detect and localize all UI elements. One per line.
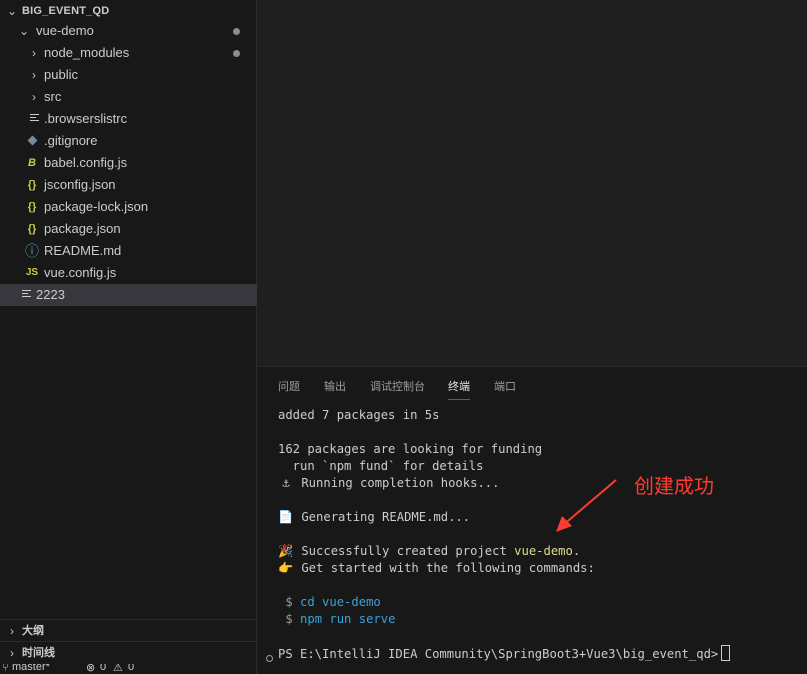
git-icon <box>27 135 38 146</box>
pointing-hand-icon: 👉 <box>278 561 294 575</box>
json-icon: {} <box>27 223 37 235</box>
tree-item-label: vue.config.js <box>44 265 117 280</box>
terminal-line: added 7 packages in 5s <box>278 408 440 422</box>
project-name: vue-demo <box>514 544 573 558</box>
terminal-line: run `npm fund` for details <box>278 459 484 473</box>
error-count[interactable]: 0 <box>100 664 106 673</box>
prompt-text: PS E:\IntelliJ IDEA Community\SpringBoot… <box>278 647 719 661</box>
babel-icon: B <box>28 157 36 169</box>
terminal-text: Generating README.md... <box>301 510 471 524</box>
chevron-right-icon: › <box>10 646 14 660</box>
error-icon: ⊗ <box>86 664 96 674</box>
json-icon: {} <box>27 201 37 213</box>
tree-file-readme[interactable]: ⓘ README.md <box>0 240 257 262</box>
tab-problems[interactable]: 问题 <box>278 377 300 399</box>
terminal-text: Running completion hooks... <box>301 476 500 490</box>
chevron-right-icon: › <box>32 46 36 60</box>
tree-folder-vue-demo[interactable]: ⌄ vue-demo <box>0 20 257 42</box>
tree-item-label: src <box>44 89 62 104</box>
editor-area[interactable] <box>258 0 807 366</box>
branch-name[interactable]: master* <box>12 664 50 673</box>
command-text: npm run serve <box>300 612 396 626</box>
json-icon: {} <box>27 179 37 191</box>
tree-file-jsconfig[interactable]: {} jsconfig.json <box>0 174 257 196</box>
tree-folder-public[interactable]: › public <box>0 64 257 86</box>
terminal-line: 📄 Generating README.md... <box>278 509 470 526</box>
tree-item-label: .gitignore <box>44 133 98 148</box>
tree-item-label: vue-demo <box>36 23 94 38</box>
tree-item-label: README.md <box>44 243 122 258</box>
root-folder-label: BIG_EVENT_QD <box>22 5 110 17</box>
tree-file-browserslistrc[interactable]: .browserslistrc <box>0 108 257 130</box>
dollar-sign: $ <box>285 595 293 609</box>
annotation-arrow <box>556 479 617 532</box>
tree-item-label: .browserslistrc <box>44 111 128 126</box>
warning-icon: ⚠ <box>113 664 123 674</box>
modified-dot-icon <box>233 50 240 57</box>
terminal-text: Successfully created project <box>301 544 515 558</box>
bottom-panel: 问题 输出 调试控制台 终端 端口 added 7 packages in 5s… <box>258 366 807 674</box>
chevron-right-icon: › <box>10 624 14 638</box>
tree-file-package-lock[interactable]: {} package-lock.json <box>0 196 257 218</box>
prompt-circle-icon <box>266 655 273 662</box>
info-icon: ⓘ <box>25 243 39 259</box>
tree-item-label: package-lock.json <box>44 199 149 214</box>
terminal-line: ⚓ Running completion hooks... <box>278 475 499 492</box>
tree-item-label: node_modules <box>44 45 130 60</box>
terminal-line: 👉 Get started with the following command… <box>278 560 595 577</box>
terminal-line: 162 packages are looking for funding <box>278 442 543 456</box>
js-icon: JS <box>25 267 39 278</box>
document-icon: 📄 <box>278 510 294 524</box>
terminal-command: $ cd vue-demo <box>278 594 381 611</box>
terminal-text: . <box>572 544 581 558</box>
tree-folder-node-modules[interactable]: › node_modules <box>0 42 257 64</box>
tab-ports[interactable]: 端口 <box>494 377 516 399</box>
tab-debug-console[interactable]: 调试控制台 <box>370 377 425 399</box>
status-bar: ⑂ master* ⊗ 0 ⚠ 0 <box>0 664 257 674</box>
chevron-right-icon: › <box>32 90 36 104</box>
tree-item-label: package.json <box>44 221 121 236</box>
tree-folder-src[interactable]: › src <box>0 86 257 108</box>
tree-file-gitignore[interactable]: .gitignore <box>0 130 257 152</box>
chevron-down-icon: ⌄ <box>6 4 18 18</box>
text-lines-icon <box>30 114 39 124</box>
tab-output[interactable]: 输出 <box>324 377 346 399</box>
party-icon: 🎉 <box>278 544 294 558</box>
arrow-line <box>561 479 617 527</box>
tab-terminal[interactable]: 终端 <box>448 377 470 400</box>
branch-icon: ⑂ <box>2 664 9 674</box>
terminal-command: $ npm run serve <box>278 611 395 628</box>
tree-item-label: 2223 <box>36 287 65 302</box>
explorer-sidebar: ⌄ BIG_EVENT_QD ⌄ vue-demo › node_modules… <box>0 0 257 674</box>
tree-item-label: jsconfig.json <box>44 177 116 192</box>
command-text: cd vue-demo <box>300 595 381 609</box>
outline-section-header[interactable]: › 大纲 <box>0 619 257 641</box>
tree-file-2223[interactable]: 2223 <box>0 284 257 306</box>
chevron-right-icon: › <box>32 68 36 82</box>
text-lines-icon <box>22 290 31 300</box>
outline-label: 大纲 <box>22 625 44 637</box>
modified-dot-icon <box>233 28 240 35</box>
terminal-line: 🎉 Successfully created project vue-demo. <box>278 543 580 560</box>
annotation-text: 创建成功 <box>634 474 714 498</box>
timeline-label: 时间线 <box>22 647 55 659</box>
warning-count[interactable]: 0 <box>128 664 134 673</box>
tree-file-babel-config[interactable]: B babel.config.js <box>0 152 257 174</box>
terminal-text: Get started with the following commands: <box>301 561 595 575</box>
tree-item-label: babel.config.js <box>44 155 128 170</box>
tree-file-vue-config[interactable]: JS vue.config.js <box>0 262 257 284</box>
chevron-down-icon: ⌄ <box>18 24 30 38</box>
terminal-cursor <box>721 645 731 661</box>
tree-file-package-json[interactable]: {} package.json <box>0 218 257 240</box>
anchor-icon: ⚓ <box>282 476 290 490</box>
timeline-section-header[interactable]: › 时间线 <box>0 641 257 663</box>
terminal-prompt[interactable]: PS E:\IntelliJ IDEA Community\SpringBoot… <box>278 645 731 663</box>
explorer-root-folder[interactable]: ⌄ BIG_EVENT_QD <box>0 0 257 22</box>
tree-item-label: public <box>44 67 78 82</box>
dollar-sign: $ <box>285 612 293 626</box>
